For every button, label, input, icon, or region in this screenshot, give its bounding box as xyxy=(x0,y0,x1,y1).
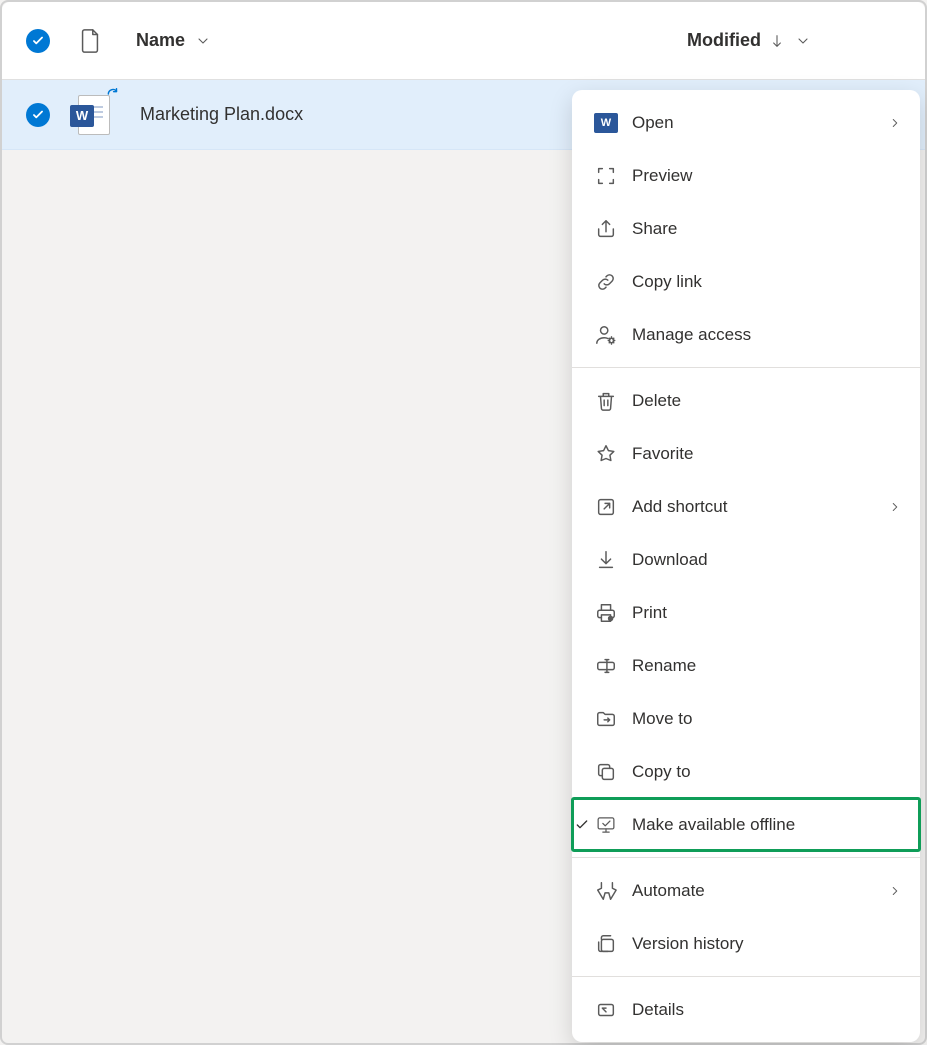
menu-move-to-label: Move to xyxy=(632,709,902,729)
automate-icon xyxy=(594,879,618,903)
menu-favorite[interactable]: Favorite xyxy=(572,427,920,480)
details-icon xyxy=(594,998,618,1022)
menu-delete[interactable]: Delete xyxy=(572,374,920,427)
chevron-down-icon xyxy=(195,33,211,49)
check-icon xyxy=(31,108,45,122)
menu-copy-to-label: Copy to xyxy=(632,762,902,782)
star-icon xyxy=(594,442,618,466)
row-checkbox[interactable] xyxy=(26,103,50,127)
menu-move-to[interactable]: Move to xyxy=(572,692,920,745)
arrow-down-icon xyxy=(769,32,785,50)
column-header-row: Name Modified xyxy=(2,2,925,80)
rename-icon xyxy=(594,654,618,678)
manage-access-icon xyxy=(594,323,618,347)
print-icon xyxy=(594,601,618,625)
menu-version-history[interactable]: Version history xyxy=(572,917,920,970)
select-all-checkbox[interactable] xyxy=(26,29,50,53)
chevron-right-icon xyxy=(888,116,902,130)
word-icon: W xyxy=(594,111,618,135)
menu-share-label: Share xyxy=(632,219,902,239)
menu-details[interactable]: Details xyxy=(572,983,920,1036)
menu-download[interactable]: Download xyxy=(572,533,920,586)
menu-manage-access-label: Manage access xyxy=(632,325,902,345)
menu-automate-label: Automate xyxy=(632,881,888,901)
menu-print-label: Print xyxy=(632,603,902,623)
check-icon xyxy=(31,34,45,48)
column-header-name-label: Name xyxy=(136,30,185,51)
chevron-down-icon xyxy=(795,33,811,49)
menu-divider xyxy=(572,857,920,858)
link-icon xyxy=(594,270,618,294)
menu-delete-label: Delete xyxy=(632,391,902,411)
menu-download-label: Download xyxy=(632,550,902,570)
menu-copy-link-label: Copy link xyxy=(632,272,902,292)
column-header-modified-label: Modified xyxy=(687,30,761,51)
offline-icon xyxy=(594,813,618,837)
menu-add-shortcut-label: Add shortcut xyxy=(632,497,888,517)
sync-icon xyxy=(106,87,120,101)
move-icon xyxy=(594,707,618,731)
preview-icon xyxy=(594,164,618,188)
shortcut-icon xyxy=(594,495,618,519)
menu-manage-access[interactable]: Manage access xyxy=(572,308,920,361)
chevron-right-icon xyxy=(888,500,902,514)
version-history-icon xyxy=(594,932,618,956)
checkmark-icon xyxy=(572,817,592,833)
menu-details-label: Details xyxy=(632,1000,902,1020)
menu-divider xyxy=(572,976,920,977)
menu-make-available-offline[interactable]: Make available offline xyxy=(572,798,920,851)
menu-print[interactable]: Print xyxy=(572,586,920,639)
menu-automate[interactable]: Automate xyxy=(572,864,920,917)
column-header-name[interactable]: Name xyxy=(136,30,211,51)
menu-version-history-label: Version history xyxy=(632,934,902,954)
menu-rename[interactable]: Rename xyxy=(572,639,920,692)
menu-make-available-offline-label: Make available offline xyxy=(632,815,902,835)
menu-favorite-label: Favorite xyxy=(632,444,902,464)
menu-divider xyxy=(572,367,920,368)
share-icon xyxy=(594,217,618,241)
menu-rename-label: Rename xyxy=(632,656,902,676)
menu-share[interactable]: Share xyxy=(572,202,920,255)
file-name[interactable]: Marketing Plan.docx xyxy=(140,104,303,125)
menu-open-label: Open xyxy=(632,113,888,133)
menu-preview-label: Preview xyxy=(632,166,902,186)
file-type-column-icon xyxy=(78,28,102,54)
download-icon xyxy=(594,548,618,572)
word-file-icon: W xyxy=(78,95,110,135)
chevron-right-icon xyxy=(888,884,902,898)
menu-copy-to[interactable]: Copy to xyxy=(572,745,920,798)
menu-preview[interactable]: Preview xyxy=(572,149,920,202)
copy-icon xyxy=(594,760,618,784)
delete-icon xyxy=(594,389,618,413)
menu-open[interactable]: W Open xyxy=(572,96,920,149)
column-header-modified[interactable]: Modified xyxy=(687,30,811,51)
menu-copy-link[interactable]: Copy link xyxy=(572,255,920,308)
menu-add-shortcut[interactable]: Add shortcut xyxy=(572,480,920,533)
context-menu: W Open Preview Share Copy link Manage ac… xyxy=(572,90,920,1042)
